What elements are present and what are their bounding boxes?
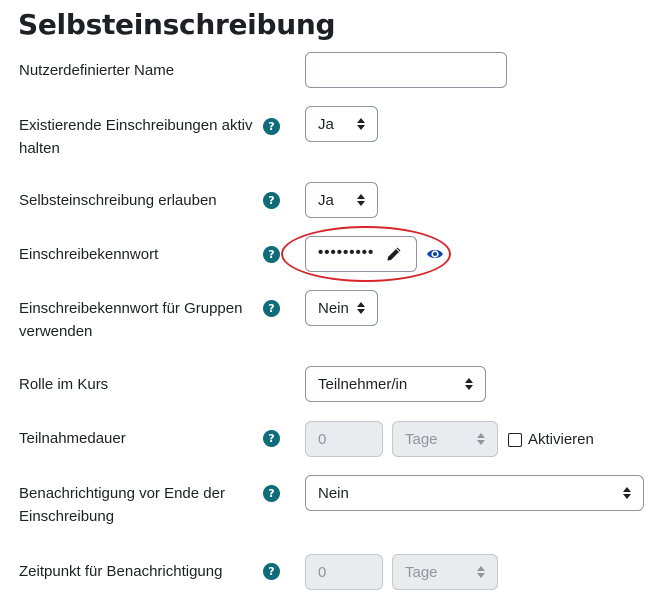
select-caret-icon (465, 378, 473, 390)
notify-before-select[interactable]: Nein (305, 475, 644, 511)
group-password-select[interactable]: Nein (305, 290, 378, 326)
keep-active-value: Ja (318, 115, 334, 133)
duration-label: Teilnahmedauer (19, 430, 126, 447)
duration-unit-select[interactable]: Tage (392, 421, 498, 457)
notify-before-value: Nein (318, 484, 349, 502)
duration-enable-label: Aktivieren (528, 431, 594, 448)
question-circle-icon[interactable]: ? (263, 485, 280, 502)
duration-enable-checkbox[interactable] (508, 432, 522, 447)
highlight-ellipse (281, 226, 451, 282)
question-circle-icon[interactable]: ? (263, 430, 280, 447)
role-label: Rolle im Kurs (19, 376, 109, 393)
custom-name-input[interactable] (305, 52, 507, 88)
duration-value: 0 (318, 430, 327, 448)
duration-enable[interactable]: Aktivieren (508, 431, 594, 448)
question-circle-icon[interactable]: ? (263, 563, 280, 580)
custom-name-label: Nutzerdefinierter Name (19, 62, 175, 79)
allow-self-select[interactable]: Ja (305, 182, 378, 218)
page-title: Selbsteinschreibung (18, 8, 336, 41)
allow-self-value: Ja (318, 191, 334, 209)
question-circle-icon[interactable]: ? (263, 192, 280, 209)
select-caret-icon (357, 118, 365, 130)
select-caret-icon (477, 566, 485, 578)
group-password-label: Einschreibekennwort für Gruppen verwende… (19, 300, 243, 340)
password-label: Einschreibekennwort (19, 246, 159, 263)
role-value: Teilnehmer/in (318, 375, 408, 393)
notify-time-unit-value: Tage (405, 563, 438, 581)
duration-input[interactable]: 0 (305, 421, 383, 457)
select-caret-icon (357, 194, 365, 206)
notify-time-input[interactable]: 0 (305, 554, 383, 590)
question-circle-icon[interactable]: ? (263, 118, 280, 135)
select-caret-icon (357, 302, 365, 314)
notify-before-label: Benachrichtigung vor Ende der Einschreib… (19, 485, 225, 525)
select-caret-icon (623, 487, 631, 499)
duration-unit-value: Tage (405, 430, 438, 448)
group-password-value: Nein (318, 299, 349, 317)
select-caret-icon (477, 433, 485, 445)
question-circle-icon[interactable]: ? (263, 246, 280, 263)
keep-active-select[interactable]: Ja (305, 106, 378, 142)
notify-time-label: Zeitpunkt für Benachrichtigung (19, 563, 223, 580)
notify-time-value: 0 (318, 563, 327, 581)
role-select[interactable]: Teilnehmer/in (305, 366, 486, 402)
keep-active-label: Existierende Einschreibungen aktiv halte… (19, 117, 253, 157)
allow-self-label: Selbsteinschreibung erlauben (19, 192, 217, 209)
notify-time-unit-select[interactable]: Tage (392, 554, 498, 590)
question-circle-icon[interactable]: ? (263, 300, 280, 317)
